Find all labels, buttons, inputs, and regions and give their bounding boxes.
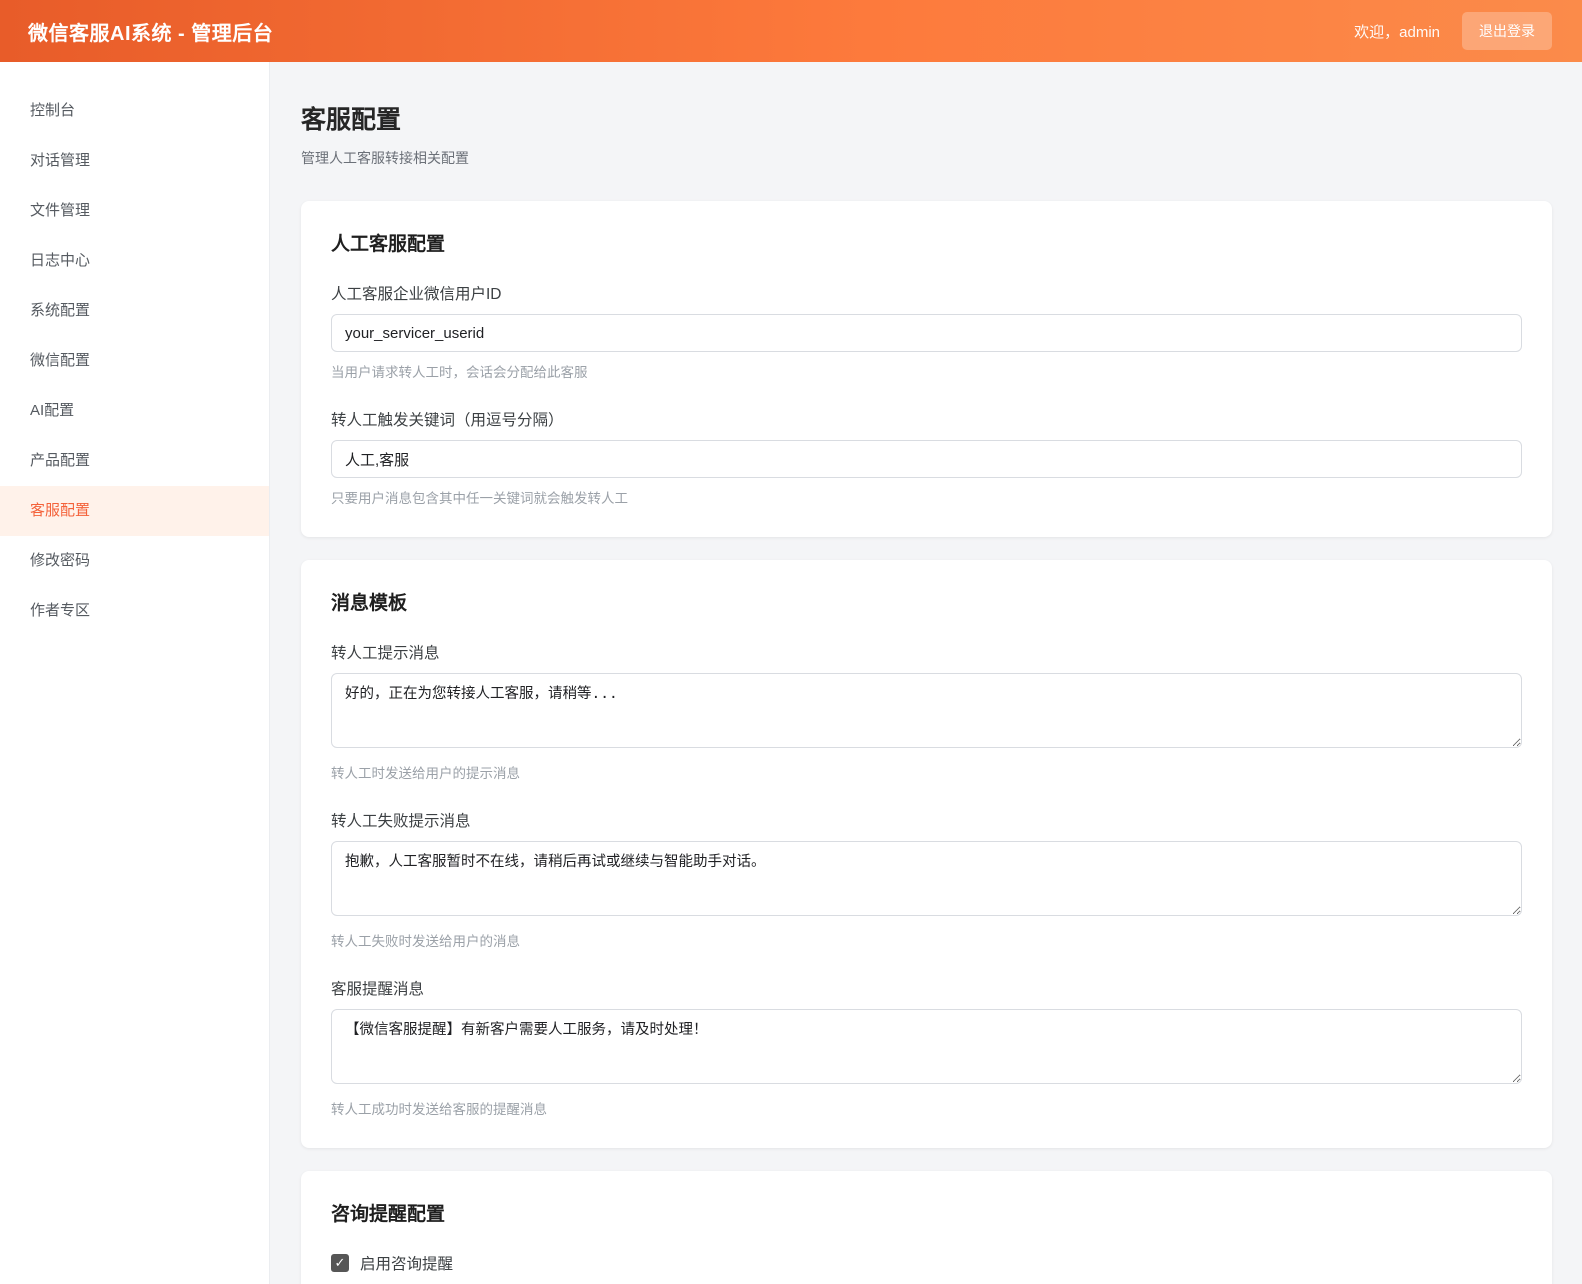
enable-inquiry-notify-label: 启用咨询提醒 (360, 1252, 453, 1274)
main-content: 客服配置 管理人工客服转接相关配置 人工客服配置 人工客服企业微信用户ID 当用… (270, 62, 1582, 1284)
templates-card-title: 消息模板 (331, 588, 1522, 615)
transfer-fail-hint: 转人工失败时发送给用户的消息 (331, 930, 1522, 950)
sidebar-item-service-config[interactable]: 客服配置 (0, 486, 269, 536)
top-header: 微信客服AI系统 - 管理后台 欢迎，admin 退出登录 (0, 0, 1582, 62)
sidebar-item-wechat-config[interactable]: 微信配置 (0, 336, 269, 386)
header-right: 欢迎，admin 退出登录 (1354, 12, 1552, 50)
welcome-text: 欢迎，admin (1354, 21, 1440, 42)
checkmark-icon: ✓ (335, 1255, 346, 1271)
sidebar-item-product-config[interactable]: 产品配置 (0, 436, 269, 486)
servicer-card-title: 人工客服配置 (331, 229, 1522, 256)
app-title: 微信客服AI系统 - 管理后台 (28, 17, 273, 46)
servicer-config-card: 人工客服配置 人工客服企业微信用户ID 当用户请求转人工时，会话会分配给此客服 … (301, 201, 1552, 537)
sidebar-item-change-password[interactable]: 修改密码 (0, 536, 269, 586)
page-title: 客服配置 (301, 100, 1552, 136)
sidebar-item-files[interactable]: 文件管理 (0, 186, 269, 236)
sidebar-item-system-config[interactable]: 系统配置 (0, 286, 269, 336)
sidebar-item-logs[interactable]: 日志中心 (0, 236, 269, 286)
service-notify-textarea[interactable]: 【微信客服提醒】有新客户需要人工服务，请及时处理！ (331, 1009, 1522, 1084)
transfer-prompt-hint: 转人工时发送给用户的提示消息 (331, 762, 1522, 782)
sidebar-item-author-zone[interactable]: 作者专区 (0, 586, 269, 636)
transfer-fail-field: 转人工失败提示消息 抱歉，人工客服暂时不在线，请稍后再试或继续与智能助手对话。 … (331, 809, 1522, 950)
inquiry-notify-card: 咨询提醒配置 ✓ 启用咨询提醒 当有用户咨询AI时，自动提醒人工客服 (301, 1171, 1552, 1284)
transfer-keywords-field: 转人工触发关键词（用逗号分隔） 只要用户消息包含其中任一关键词就会触发转人工 (331, 408, 1522, 507)
layout: 控制台 对话管理 文件管理 日志中心 系统配置 微信配置 AI配置 产品配置 客… (0, 62, 1582, 1284)
service-notify-label: 客服提醒消息 (331, 977, 1522, 999)
sidebar-item-ai-config[interactable]: AI配置 (0, 386, 269, 436)
transfer-keywords-input[interactable] (331, 440, 1522, 478)
page-subtitle: 管理人工客服转接相关配置 (301, 148, 1552, 168)
sidebar-item-conversations[interactable]: 对话管理 (0, 136, 269, 186)
servicer-userid-hint: 当用户请求转人工时，会话会分配给此客服 (331, 361, 1522, 381)
transfer-keywords-hint: 只要用户消息包含其中任一关键词就会触发转人工 (331, 487, 1522, 507)
sidebar-item-dashboard[interactable]: 控制台 (0, 86, 269, 136)
service-notify-hint: 转人工成功时发送给客服的提醒消息 (331, 1098, 1522, 1118)
servicer-userid-field: 人工客服企业微信用户ID 当用户请求转人工时，会话会分配给此客服 (331, 282, 1522, 381)
servicer-userid-label: 人工客服企业微信用户ID (331, 282, 1522, 304)
transfer-fail-textarea[interactable]: 抱歉，人工客服暂时不在线，请稍后再试或继续与智能助手对话。 (331, 841, 1522, 916)
transfer-prompt-field: 转人工提示消息 好的，正在为您转接人工客服，请稍等... 转人工时发送给用户的提… (331, 641, 1522, 782)
inquiry-card-title: 咨询提醒配置 (331, 1199, 1522, 1226)
checkbox-checked-icon: ✓ (331, 1254, 349, 1272)
transfer-keywords-label: 转人工触发关键词（用逗号分隔） (331, 408, 1522, 430)
transfer-fail-label: 转人工失败提示消息 (331, 809, 1522, 831)
transfer-prompt-label: 转人工提示消息 (331, 641, 1522, 663)
service-notify-field: 客服提醒消息 【微信客服提醒】有新客户需要人工服务，请及时处理！ 转人工成功时发… (331, 977, 1522, 1118)
servicer-userid-input[interactable] (331, 314, 1522, 352)
message-templates-card: 消息模板 转人工提示消息 好的，正在为您转接人工客服，请稍等... 转人工时发送… (301, 560, 1552, 1148)
enable-inquiry-notify-checkbox[interactable]: ✓ 启用咨询提醒 (331, 1252, 1522, 1274)
transfer-prompt-textarea[interactable]: 好的，正在为您转接人工客服，请稍等... (331, 673, 1522, 748)
sidebar: 控制台 对话管理 文件管理 日志中心 系统配置 微信配置 AI配置 产品配置 客… (0, 62, 270, 1284)
logout-button[interactable]: 退出登录 (1462, 12, 1552, 50)
